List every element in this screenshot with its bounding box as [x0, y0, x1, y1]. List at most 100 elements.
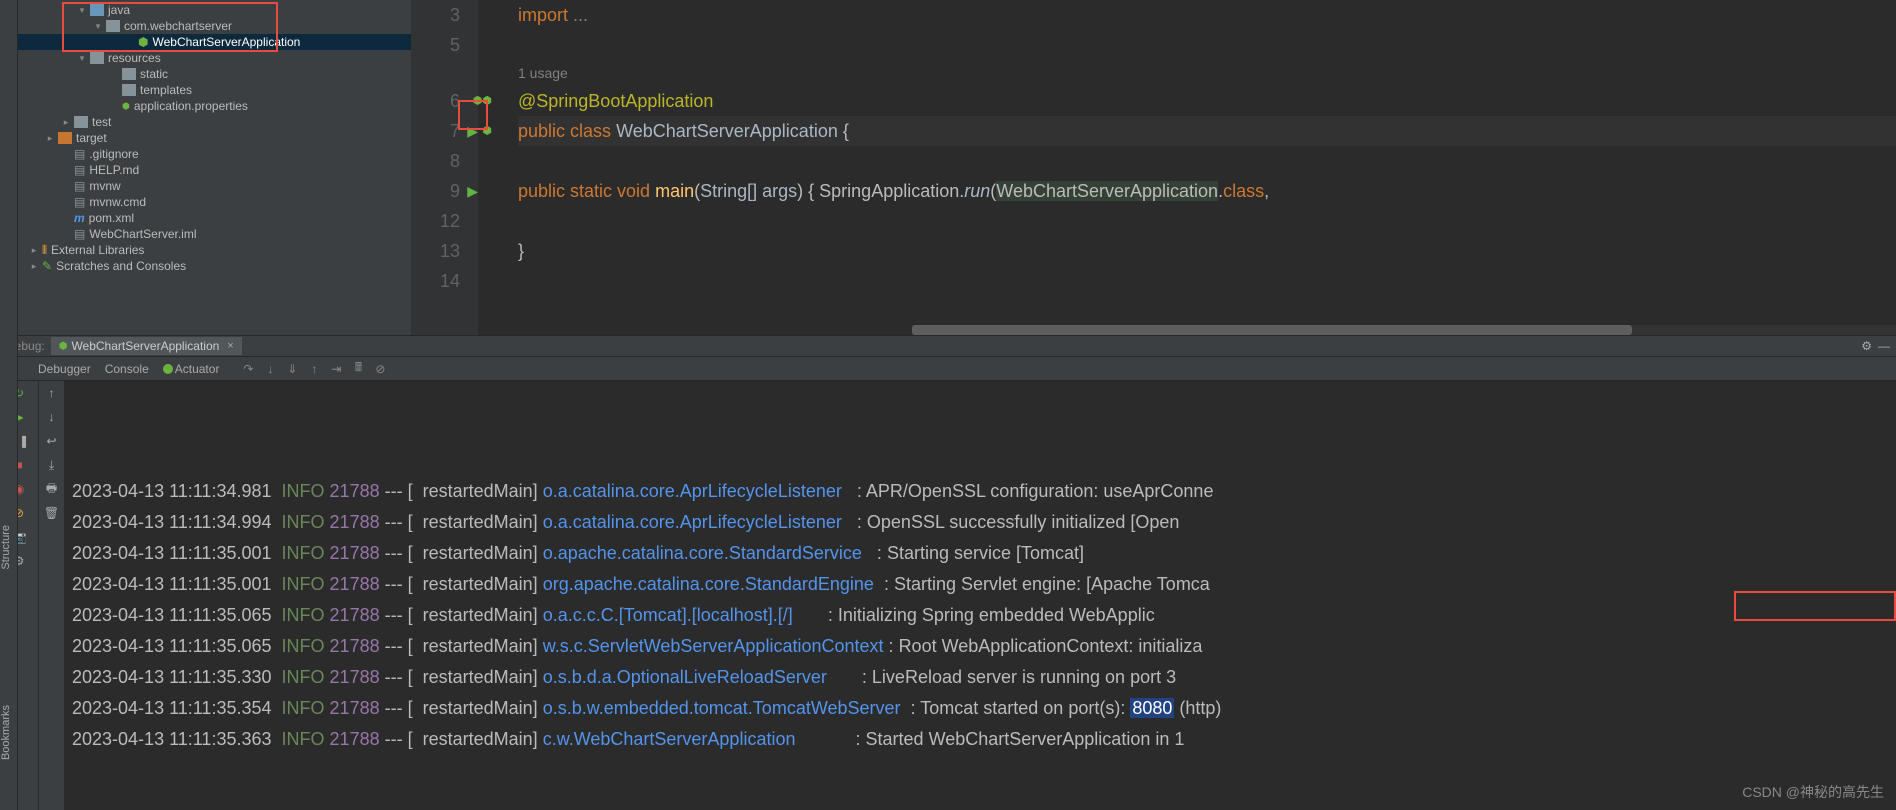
tree-label: templates	[140, 83, 192, 97]
settings-icon[interactable]: ⚙	[1861, 339, 1872, 353]
structure-tool[interactable]: Structure	[0, 525, 12, 570]
maven-icon: m	[74, 211, 85, 225]
tree-item-static[interactable]: static	[18, 66, 411, 82]
soft-wrap-icon[interactable]: ↩	[44, 433, 60, 449]
force-step-icon[interactable]: ⇓	[285, 362, 299, 376]
code-line[interactable]: }	[518, 236, 1896, 266]
tree-label: application.properties	[134, 99, 248, 113]
tree-item-help-md[interactable]: ▤ HELP.md	[18, 162, 411, 178]
tree-item-mvnw-cmd[interactable]: ▤mvnw.cmd	[18, 194, 411, 210]
expand-arrow-icon[interactable]: ▸	[30, 261, 38, 272]
left-tool-sidebar[interactable]: Structure Bookmarks	[0, 0, 18, 810]
tree-item-test[interactable]: ▸ test	[18, 114, 411, 130]
step-into-icon[interactable]: ↓	[263, 362, 277, 376]
file-icon: ▤	[74, 147, 85, 161]
scrollbar-thumb[interactable]	[912, 325, 1632, 335]
leaf-icon: ⬢	[122, 101, 130, 112]
tree-item-mvnw[interactable]: ▤mvnw	[18, 178, 411, 194]
code-line[interactable]	[518, 266, 1896, 296]
code-line[interactable]: public class WebChartServerApplication {	[518, 116, 1896, 146]
down-arrow-icon[interactable]: ↓	[44, 409, 60, 425]
console-output[interactable]: 2023-04-13 11:11:34.981 INFO 21788 --- […	[64, 381, 1896, 810]
step-over-icon[interactable]: ↷	[241, 362, 255, 376]
log-line: 2023-04-13 11:11:35.354 INFO 21788 --- […	[72, 693, 1888, 724]
log-line: 2023-04-13 11:11:35.001 INFO 21788 --- […	[72, 569, 1888, 600]
code-line[interactable]: @SpringBootApplication	[518, 86, 1896, 116]
horizontal-scrollbar[interactable]	[912, 325, 1896, 335]
console-tab[interactable]: Console	[105, 362, 149, 376]
code-line[interactable]: public static void main(String[] args) {…	[518, 176, 1896, 206]
folder-icon	[106, 20, 120, 32]
tree-item-scratches-and-consoles[interactable]: ▸✎Scratches and Consoles	[18, 258, 411, 274]
debug-toolwindow-header: Debug: ⬢ WebChartServerApplication × ⚙ —	[0, 335, 1896, 357]
tree-item--gitignore[interactable]: ▤ .gitignore	[18, 146, 411, 162]
minimize-icon[interactable]: —	[1878, 339, 1890, 353]
code-line[interactable]: import ...	[518, 0, 1896, 30]
tree-label: target	[76, 131, 107, 145]
folder-icon	[90, 52, 104, 64]
folder-icon	[122, 68, 136, 80]
watermark: CSDN @神秘的高先生	[1742, 782, 1884, 802]
editor-gutter: 356⬢⬢7▶⬢89▶121314	[412, 0, 478, 335]
tree-item-target[interactable]: ▸ target	[18, 130, 411, 146]
tree-label: External Libraries	[51, 243, 144, 257]
trace-icon[interactable]: ⊘	[373, 362, 387, 376]
code-line[interactable]	[518, 206, 1896, 236]
tree-item-com-webchartserver[interactable]: ▾com.webchartserver	[18, 18, 411, 34]
expand-arrow-icon[interactable]: ▾	[94, 21, 102, 32]
evaluate-icon[interactable]: 🖩	[351, 362, 365, 376]
expand-arrow-icon[interactable]: ▸	[46, 133, 54, 144]
close-icon[interactable]: ×	[227, 340, 233, 352]
expand-arrow-icon[interactable]: ▾	[78, 5, 86, 16]
tree-item-webchartserver-iml[interactable]: ▤WebChartServer.iml	[18, 226, 411, 242]
tree-item-application-properties[interactable]: ⬢ application.properties	[18, 98, 411, 114]
scroll-end-icon[interactable]: ⤓	[44, 457, 60, 473]
spring-icon: ⬢	[138, 35, 148, 49]
run-to-cursor-icon[interactable]: ⇥	[329, 362, 343, 376]
file-icon: ▤	[74, 195, 85, 209]
actuator-tab[interactable]: Actuator	[163, 362, 220, 376]
log-line: 2023-04-13 11:11:35.065 INFO 21788 --- […	[72, 631, 1888, 662]
tree-label: HELP.md	[89, 163, 139, 177]
gutter-highlight-box	[458, 100, 488, 130]
tree-item-templates[interactable]: templates	[18, 82, 411, 98]
tree-item-java[interactable]: ▾java	[18, 2, 411, 18]
folder-icon	[74, 116, 88, 128]
up-arrow-icon[interactable]: ↑	[44, 385, 60, 401]
console-mini-toolbar: ↑ ↓ ↩ ⤓ 🖶 🗑	[38, 381, 64, 810]
tree-item-external-libraries[interactable]: ▸ ⫴ External Libraries	[18, 242, 411, 258]
scratch-icon: ✎	[42, 259, 52, 273]
tree-label: WebChartServerApplication	[152, 35, 300, 49]
editor-code[interactable]: import ...1 usage@SpringBootApplicationp…	[478, 0, 1896, 335]
tree-label: static	[140, 67, 168, 81]
log-line: 2023-04-13 11:11:35.330 INFO 21788 --- […	[72, 662, 1888, 693]
editor-pane[interactable]: 356⬢⬢7▶⬢89▶121314 import ... 1 usage@Spri…	[412, 0, 1896, 335]
tree-item-pom-xml[interactable]: mpom.xml	[18, 210, 411, 226]
folder-icon	[90, 4, 104, 16]
tree-label: resources	[108, 51, 161, 65]
debugger-tab[interactable]: Debugger	[38, 362, 91, 376]
debug-sub-toolbar: Debugger Console Actuator ↷ ↓ ⇓ ↑ ⇥ 🖩 ⊘	[0, 357, 1896, 381]
expand-arrow-icon[interactable]: ▾	[78, 53, 86, 64]
code-line[interactable]	[518, 30, 1896, 60]
log-line: 2023-04-13 11:11:35.065 INFO 21788 --- […	[72, 600, 1888, 631]
run-gutter-icon[interactable]: ▶	[467, 176, 478, 206]
expand-arrow-icon[interactable]: ▸	[30, 245, 38, 256]
debug-run-tab[interactable]: ⬢ WebChartServerApplication ×	[51, 337, 242, 355]
clear-icon[interactable]: 🗑	[44, 505, 60, 521]
file-icon: ▤	[74, 227, 85, 241]
tree-item-resources[interactable]: ▾ resources	[18, 50, 411, 66]
library-icon: ⫴	[42, 243, 47, 258]
log-line: 2023-04-13 11:11:35.363 INFO 21788 --- […	[72, 724, 1888, 755]
bookmarks-tool[interactable]: Bookmarks	[0, 705, 12, 760]
tree-label: test	[92, 115, 111, 129]
tree-item-webchartserverapplication[interactable]: ⬢ WebChartServerApplication	[18, 34, 411, 50]
tree-label: .gitignore	[89, 147, 138, 161]
step-out-icon[interactable]: ↑	[307, 362, 321, 376]
print-icon[interactable]: 🖶	[44, 481, 60, 497]
code-line[interactable]: 1 usage	[518, 60, 1896, 86]
code-line[interactable]	[518, 146, 1896, 176]
file-icon: ▤	[74, 163, 85, 177]
expand-arrow-icon[interactable]: ▸	[62, 117, 70, 128]
project-tree-pane[interactable]: ▾java▾com.webchartserver⬢WebChartServerA…	[0, 0, 412, 335]
